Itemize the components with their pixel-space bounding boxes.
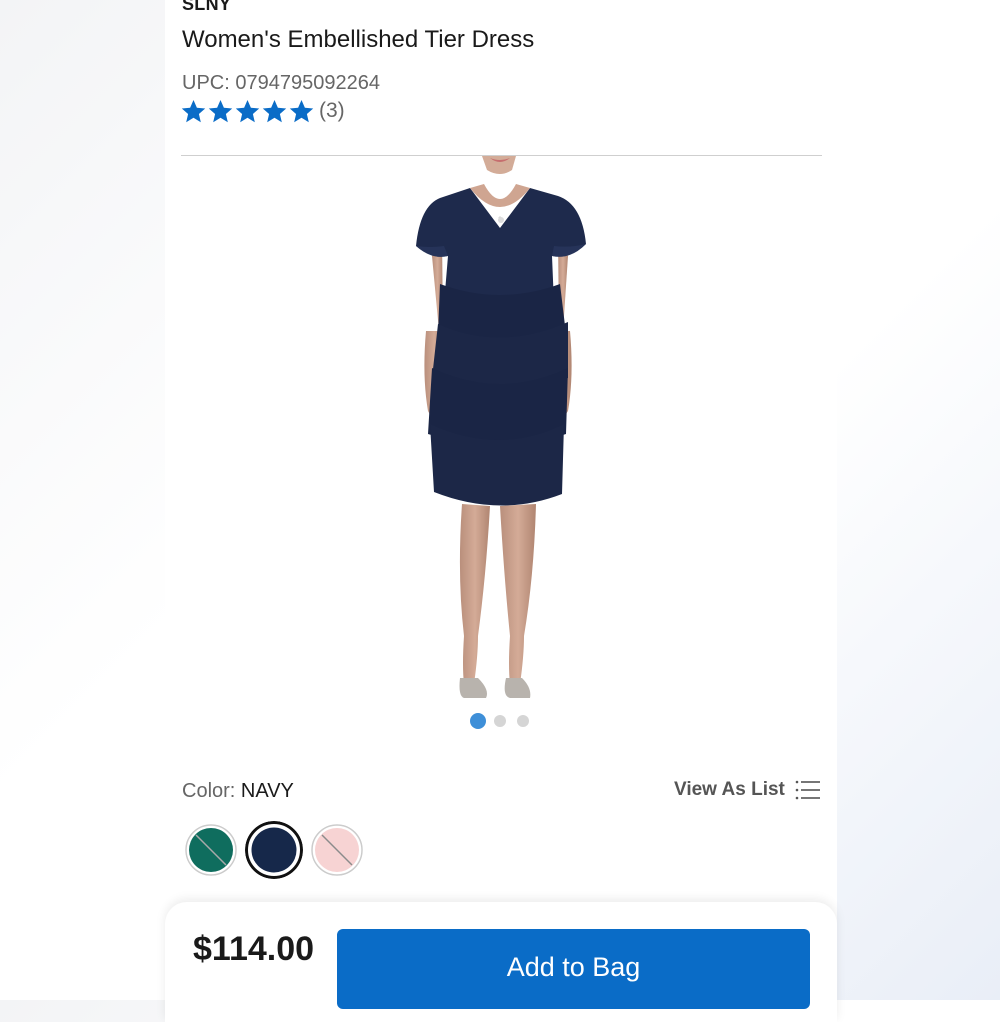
add-to-bag-button[interactable]: Add to Bag	[337, 929, 810, 1009]
gallery-dot[interactable]	[494, 715, 506, 727]
product-title: Women's Embellished Tier Dress	[182, 26, 535, 53]
color-swatch-blush[interactable]	[311, 824, 363, 876]
upc-label: UPC:	[182, 72, 230, 94]
gallery-dot[interactable]	[517, 715, 529, 727]
color-label: Color:	[182, 780, 236, 802]
dress-photo[interactable]	[340, 156, 660, 708]
star-icon	[208, 99, 233, 122]
star-icon	[181, 99, 206, 122]
color-swatch-teal[interactable]	[185, 824, 237, 876]
list-icon	[795, 780, 820, 800]
rating-stars	[180, 98, 315, 125]
price: $114.00	[193, 930, 315, 968]
gallery-dot-active[interactable]	[470, 713, 486, 729]
rating[interactable]: (3)	[180, 97, 345, 125]
review-count[interactable]: (3)	[319, 99, 345, 123]
star-icon	[235, 99, 260, 122]
view-as-list-label: View As List	[674, 779, 785, 800]
upc-line: UPC: 0794795092264	[182, 72, 380, 95]
gallery-dots	[470, 713, 540, 729]
color-value: NAVY	[240, 780, 294, 802]
brand-name[interactable]: SLNY	[182, 0, 231, 15]
color-swatch-navy[interactable]	[245, 821, 303, 879]
color-selection: Color: NAVY	[182, 780, 294, 803]
star-icon	[289, 99, 314, 122]
upc-value: 0794795092264	[235, 72, 380, 94]
star-icon	[262, 99, 287, 122]
view-as-list-button[interactable]: View As List	[674, 779, 821, 801]
